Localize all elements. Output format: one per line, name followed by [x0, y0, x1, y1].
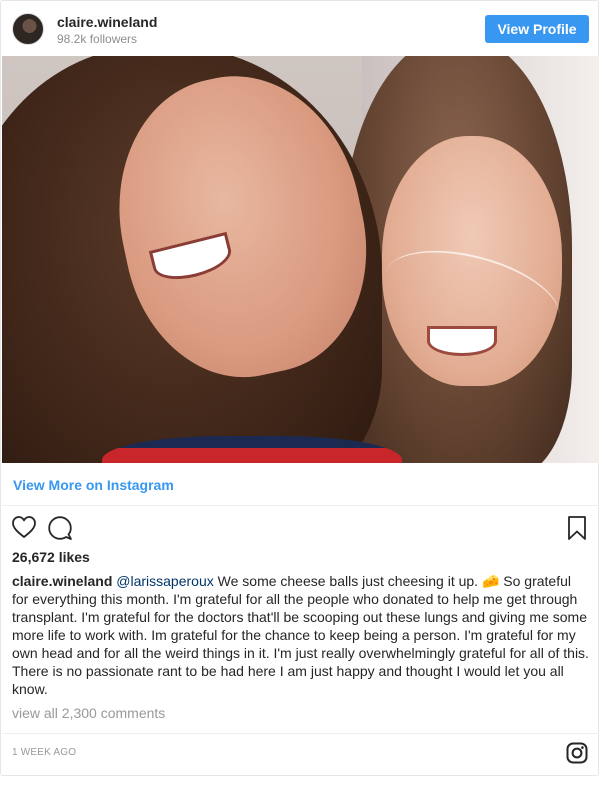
- view-more-link[interactable]: View More on Instagram: [13, 477, 174, 493]
- post-caption: claire.wineland @larissaperoux We some c…: [12, 572, 590, 698]
- post-photo[interactable]: [2, 56, 599, 463]
- instagram-embed-card: claire.wineland 98.2k followers View Pro…: [0, 0, 599, 776]
- avatar[interactable]: [12, 13, 44, 45]
- post-header: claire.wineland 98.2k followers View Pro…: [1, 1, 598, 56]
- like-count[interactable]: 26,672 likes: [12, 549, 90, 565]
- comment-icon[interactable]: [47, 515, 73, 541]
- view-all-comments-link[interactable]: view all 2,300 comments: [12, 705, 165, 721]
- instagram-icon[interactable]: [566, 742, 588, 764]
- caption-mention[interactable]: @larissaperoux: [116, 573, 213, 589]
- post-timestamp: 1 WEEK AGO: [12, 747, 77, 758]
- follower-count: 98.2k followers: [57, 32, 138, 46]
- bookmark-icon[interactable]: [567, 515, 587, 541]
- divider: [2, 733, 599, 734]
- divider: [2, 505, 599, 506]
- action-bar: [1, 513, 598, 545]
- heart-icon[interactable]: [11, 515, 37, 539]
- caption-text: We some cheese balls just cheesing it up…: [12, 573, 589, 697]
- view-profile-button[interactable]: View Profile: [485, 15, 589, 43]
- header-username[interactable]: claire.wineland: [57, 14, 157, 30]
- caption-username[interactable]: claire.wineland: [12, 573, 112, 589]
